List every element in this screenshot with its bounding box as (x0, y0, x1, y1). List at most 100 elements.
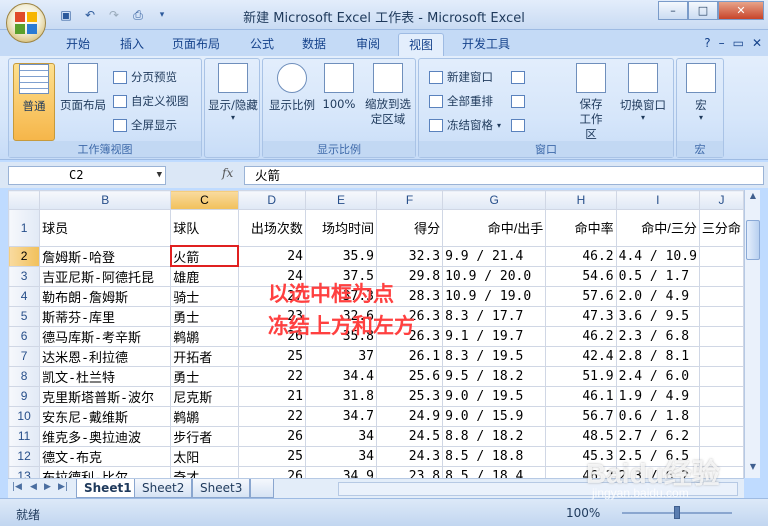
cell-header-team[interactable]: 球队 (170, 208, 239, 247)
column-header-c[interactable]: C (170, 190, 239, 210)
row-header[interactable]: 8 (8, 365, 41, 387)
row-header[interactable]: 10 (8, 405, 41, 427)
zoom-to-selection-button[interactable]: 缩放到选定区域 (361, 63, 415, 127)
cell-games[interactable]: 22 (237, 365, 306, 387)
cell-games[interactable]: 25 (237, 445, 306, 467)
cell-player[interactable]: 勒布朗-詹姆斯 (39, 285, 172, 307)
cell-fg-pct[interactable]: 54.6 (545, 265, 617, 287)
cell-fg-pct[interactable]: 56.7 (545, 405, 617, 427)
first-sheet-icon[interactable]: |◀ (12, 482, 22, 492)
next-sheet-icon[interactable]: ▶ (44, 482, 51, 492)
tab-insert[interactable]: 插入 (110, 33, 154, 56)
cell-points[interactable]: 24.3 (375, 445, 444, 467)
cell-3pt-pct[interactable] (698, 305, 744, 327)
cell-3pt-pct[interactable] (698, 265, 744, 287)
cell-fg-pct[interactable]: 42.4 (545, 345, 617, 367)
column-header-i[interactable]: I (615, 190, 700, 210)
cell-header-player[interactable]: 球员 (39, 208, 172, 247)
cell-3pt[interactable]: 1.9 / 4.9 (615, 385, 700, 407)
formula-input[interactable]: 火箭 (244, 166, 764, 185)
row-header[interactable]: 3 (8, 265, 41, 287)
cell-fg-pct[interactable]: 51.9 (545, 365, 617, 387)
cell-minutes[interactable]: 31.8 (304, 385, 378, 407)
cell-team[interactable]: 鹈鹕 (170, 405, 239, 427)
unhide-window-button[interactable] (511, 115, 525, 135)
cell-header-games[interactable]: 出场次数 (237, 208, 306, 247)
vertical-scrollbar[interactable]: ▲ ▼ (744, 190, 760, 478)
column-header-d[interactable]: D (237, 190, 306, 210)
cell-3pt[interactable]: 4.4 / 10.9 (615, 245, 700, 267)
zoom-slider-thumb[interactable] (674, 506, 680, 519)
prev-sheet-icon[interactable]: ◀ (30, 482, 37, 492)
arrange-all-button[interactable]: 全部重排 (429, 91, 493, 111)
last-sheet-icon[interactable]: ▶| (58, 482, 68, 492)
cell-3pt-pct[interactable] (698, 285, 744, 307)
cell-player[interactable]: 布拉德利-比尔 (39, 465, 172, 478)
column-header-e[interactable]: E (304, 190, 378, 210)
row-header[interactable]: 12 (8, 445, 41, 467)
cell-minutes[interactable]: 34.9 (304, 465, 378, 478)
row-header[interactable]: 9 (8, 385, 41, 407)
select-all-corner[interactable] (8, 190, 41, 210)
name-box[interactable]: C2 ▼ (8, 166, 166, 185)
scroll-thumb[interactable] (746, 220, 760, 260)
new-window-button[interactable]: 新建窗口 (429, 67, 493, 87)
zoom-100-button[interactable]: 100% (321, 63, 357, 111)
cell-fg-pct[interactable]: 46.1 (545, 385, 617, 407)
cell-games[interactable]: 25 (237, 345, 306, 367)
cell-3pt[interactable]: 2.0 / 4.9 (615, 285, 700, 307)
cell-games[interactable]: 26 (237, 465, 306, 478)
cell-games[interactable]: 26 (237, 425, 306, 447)
cell-minutes[interactable]: 34.4 (304, 365, 378, 387)
cell-team[interactable]: 开拓者 (170, 345, 239, 367)
cell-3pt-pct[interactable] (698, 345, 744, 367)
column-header-j[interactable]: J (698, 190, 744, 210)
sheet-tab-sheet2[interactable]: Sheet2 (134, 479, 193, 498)
chevron-down-icon[interactable]: ▼ (157, 167, 162, 184)
zoom-level[interactable]: 100% (566, 506, 600, 520)
full-screen-button[interactable]: 全屏显示 (113, 115, 177, 135)
cell-player[interactable]: 安东尼-戴维斯 (39, 405, 172, 427)
hide-window-button[interactable] (511, 91, 525, 111)
cell-fg-pct[interactable]: 48.5 (545, 425, 617, 447)
row-header[interactable]: 11 (8, 425, 41, 447)
cell-minutes[interactable]: 34.7 (304, 405, 378, 427)
cell-points[interactable]: 25.3 (375, 385, 444, 407)
switch-windows-button[interactable]: 切换窗口 ▾ (615, 63, 671, 122)
column-header-f[interactable]: F (375, 190, 444, 210)
cell-player[interactable]: 德文-布克 (39, 445, 172, 467)
cell-points[interactable]: 24.5 (375, 425, 444, 447)
help-icon[interactable]: ? (704, 36, 710, 50)
cell-fg[interactable]: 8.5 / 18.4 (442, 465, 547, 478)
row-header[interactable]: 1 (8, 208, 41, 247)
sheet-tab-sheet3[interactable]: Sheet3 (192, 479, 251, 498)
cell-points[interactable]: 26.1 (375, 345, 444, 367)
cell-3pt[interactable]: 2.7 / 6.2 (615, 425, 700, 447)
tab-page-layout[interactable]: 页面布局 (162, 33, 230, 56)
zoom-button[interactable]: 显示比例 (267, 63, 317, 113)
cell-header-3pt-pct[interactable]: 三分命 (698, 208, 744, 247)
freeze-panes-button[interactable]: 冻结窗格 ▾ (429, 115, 501, 135)
macros-button[interactable]: 宏 ▾ (681, 63, 721, 122)
cell-points[interactable]: 32.3 (375, 245, 444, 267)
custom-views-button[interactable]: 自定义视图 (113, 91, 189, 111)
cell-fg-pct[interactable]: 46.2 (545, 325, 617, 347)
column-header-h[interactable]: H (545, 190, 617, 210)
insert-sheet-icon[interactable] (250, 479, 274, 498)
tab-home[interactable]: 开始 (56, 33, 100, 56)
row-header[interactable]: 5 (8, 305, 41, 327)
maximize-button[interactable]: □ (688, 1, 718, 20)
tab-data[interactable]: 数据 (292, 33, 336, 56)
cell-games[interactable]: 21 (237, 385, 306, 407)
cell-fg-pct[interactable]: 47.3 (545, 305, 617, 327)
ribbon-close-icon[interactable]: ✕ (752, 36, 762, 50)
cell-player[interactable]: 詹姆斯-哈登 (39, 245, 172, 267)
cell-3pt[interactable]: 0.6 / 1.8 (615, 405, 700, 427)
cell-fg-pct[interactable]: 46.2 (545, 245, 617, 267)
cell-3pt[interactable]: 0.5 / 1.7 (615, 265, 700, 287)
cell-team[interactable]: 火箭 (170, 245, 239, 267)
cell-3pt-pct[interactable] (698, 385, 744, 407)
normal-view-button[interactable]: 普通 (13, 63, 55, 141)
page-layout-view-button[interactable]: 页面布局 (57, 63, 109, 113)
cell-player[interactable]: 凯文-杜兰特 (39, 365, 172, 387)
